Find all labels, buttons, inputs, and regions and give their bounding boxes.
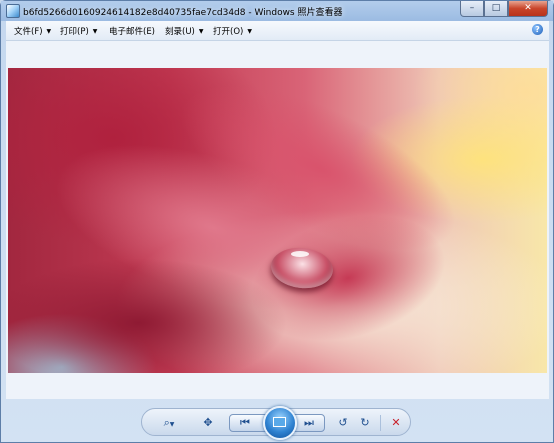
menu-open-label: 打开(O) [213,27,244,37]
slideshow-button[interactable] [263,406,297,440]
rotate-cw-icon: ↻ [360,416,370,429]
slideshow-icon [273,417,286,427]
image-canvas [6,41,549,399]
chevron-down-icon: ▼ [247,28,252,35]
toolbar-divider [380,415,381,431]
menu-print-label: 打印(P) [60,27,89,37]
next-icon: ⏭ [304,416,314,429]
help-icon[interactable]: ? [532,24,543,35]
chevron-down-icon: ▼ [92,28,98,35]
menu-file-label: 文件(F) [14,27,43,37]
chevron-down-icon: ▼ [46,28,52,35]
viewer-toolbar: ⌕▼ ✥ ⏮ ⏭ ↺ ↻ ✕ [141,406,411,440]
chevron-down-icon: ▼ [198,28,204,35]
rotate-ccw-button[interactable]: ↺ [335,415,351,431]
displayed-photo[interactable] [8,68,547,373]
photo-viewer-app-icon[interactable] [6,4,20,18]
menu-email[interactable]: 电子邮件(E) [109,25,155,37]
menu-bar: 文件(F) ▼ 打印(P) ▼ 电子邮件(E) 刻录(U) ▼ 打开(O) ▼ ? [6,21,549,41]
zoom-button[interactable]: ⌕▼ [158,415,180,431]
actual-size-icon: ✥ [203,416,213,429]
chevron-down-icon: ▼ [169,421,175,428]
photo-viewer-window: b6fd5266d0160924614182e8d40735fae7cd34d8… [0,0,554,443]
previous-button[interactable]: ⏮ [234,415,256,431]
menu-burn-label: 刻录(U) [165,27,195,37]
water-drop-highlight [291,251,309,257]
previous-icon: ⏮ [240,416,250,429]
close-button[interactable]: ✕ [508,1,548,17]
minimize-button[interactable]: – [460,1,484,17]
menu-open[interactable]: 打开(O) ▼ [213,25,252,37]
menu-print[interactable]: 打印(P) ▼ [60,25,97,37]
caption-buttons: – □ ✕ [460,1,548,18]
title-bar[interactable]: b6fd5266d0160924614182e8d40735fae7cd34d8… [1,1,553,21]
delete-button[interactable]: ✕ [388,415,404,431]
delete-icon: ✕ [391,416,401,429]
menu-burn[interactable]: 刻录(U) ▼ [165,25,203,37]
next-button[interactable]: ⏭ [298,415,320,431]
menu-email-label: 电子邮件(E) [109,27,156,37]
rotate-ccw-icon: ↺ [338,416,348,429]
actual-size-button[interactable]: ✥ [200,415,216,431]
window-title: b6fd5266d0160924614182e8d40735fae7cd34d8… [23,8,343,18]
maximize-button[interactable]: □ [484,1,508,17]
menu-file[interactable]: 文件(F) ▼ [14,25,51,37]
rotate-cw-button[interactable]: ↻ [357,415,373,431]
